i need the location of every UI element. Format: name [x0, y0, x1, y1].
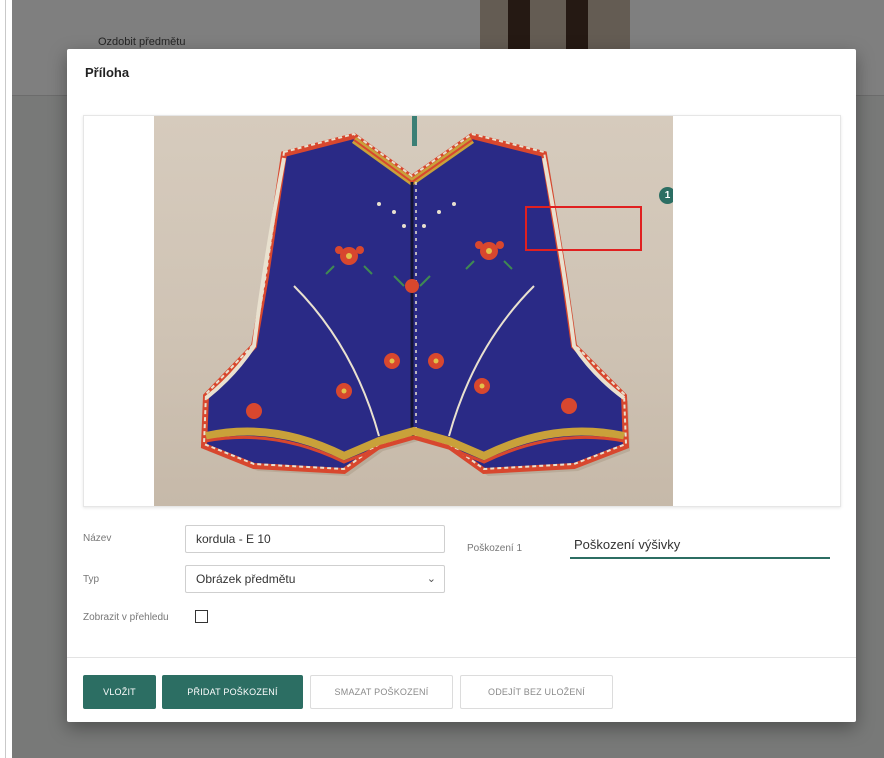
- name-input[interactable]: kordula - E 10: [185, 525, 445, 553]
- vest-image: [200, 116, 630, 476]
- footer-divider: [67, 657, 856, 658]
- delete-damage-button[interactable]: Smazat poškození: [310, 675, 453, 709]
- damage-highlight-box[interactable]: [525, 206, 642, 251]
- chevron-down-icon: ⌄: [426, 573, 436, 585]
- damage-label: Poškození 1: [467, 543, 523, 554]
- name-label: Název: [83, 533, 112, 544]
- type-select-value: Obrázek předmětu: [196, 572, 296, 586]
- image-preview-area: 1: [83, 115, 841, 507]
- damage-name-input[interactable]: [570, 531, 830, 559]
- left-divider: [5, 0, 6, 758]
- insert-button[interactable]: Vložit: [83, 675, 156, 709]
- close-without-saving-button[interactable]: Odejít bez uložení: [460, 675, 613, 709]
- dialog-title: Příloha: [85, 65, 130, 80]
- show-in-overview-checkbox[interactable]: [195, 610, 208, 623]
- type-label: Typ: [83, 574, 100, 585]
- attachment-photo[interactable]: 1: [154, 116, 673, 506]
- show-in-overview-label: Zobrazit v přehledu: [83, 612, 169, 623]
- add-damage-button[interactable]: Přidat poškození: [162, 675, 303, 709]
- damage-marker-icon[interactable]: 1: [659, 187, 673, 204]
- attachment-dialog: Příloha 1 Název kordula - E 10 Poškození…: [67, 49, 856, 722]
- type-select[interactable]: Obrázek předmětu ⌄: [185, 565, 445, 593]
